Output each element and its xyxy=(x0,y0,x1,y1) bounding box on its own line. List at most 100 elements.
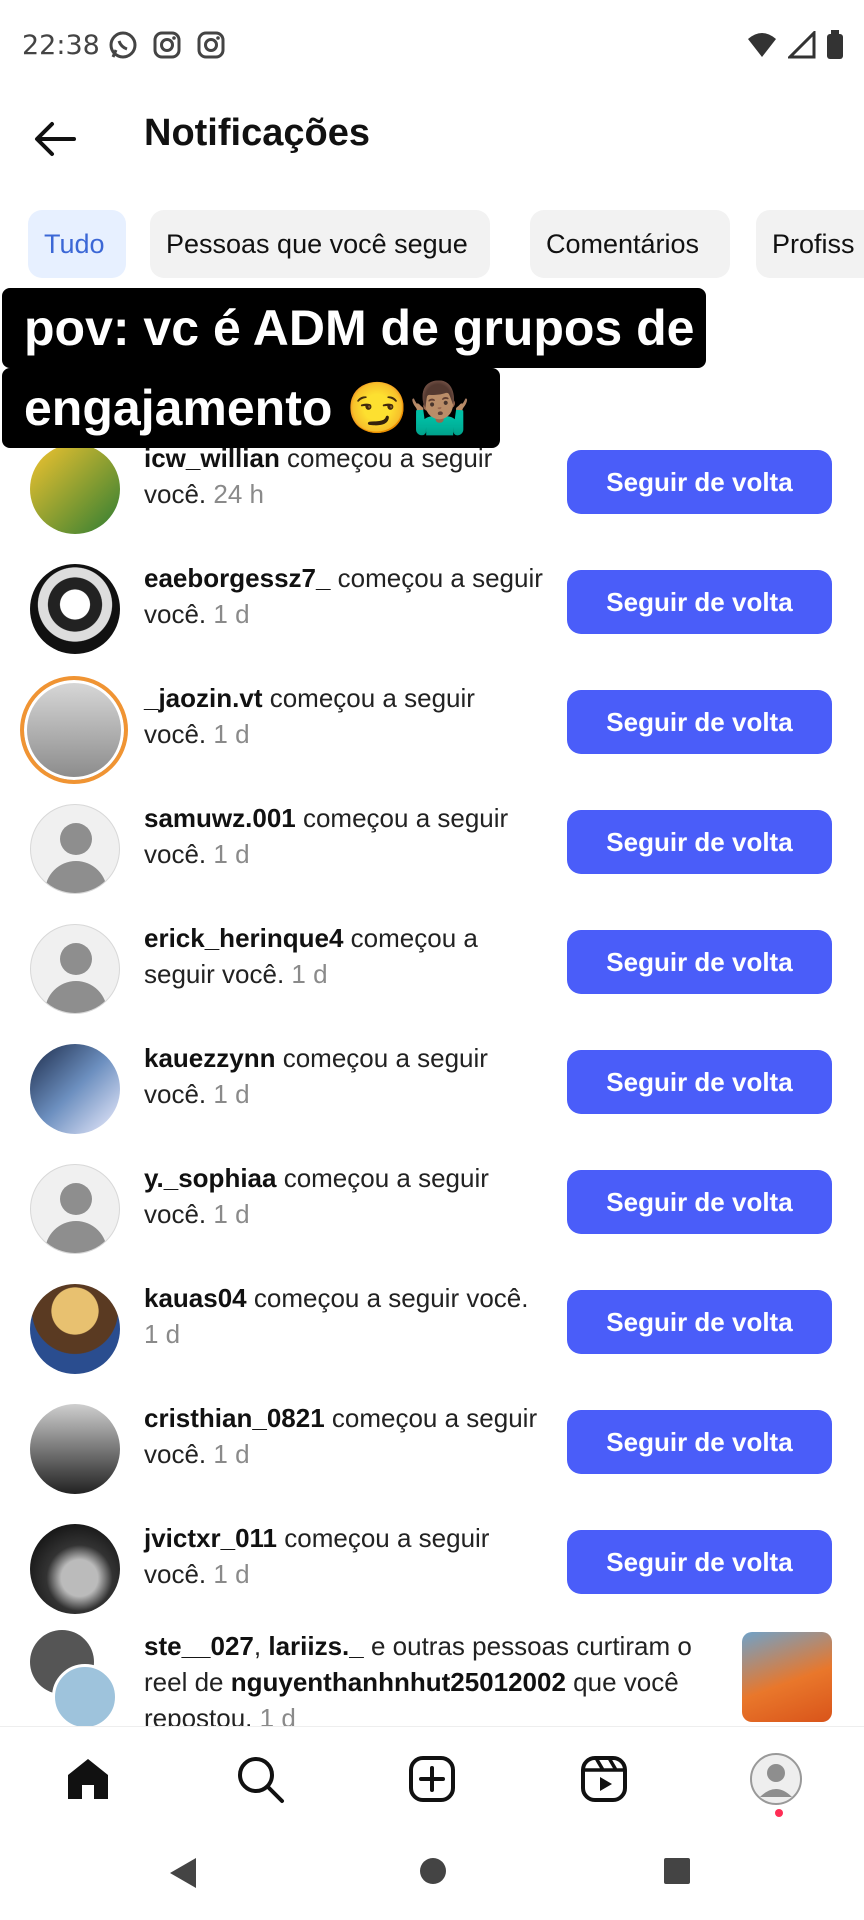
battery-icon xyxy=(827,30,843,59)
follow-back-button[interactable]: Seguir de volta xyxy=(567,930,832,994)
back-button[interactable] xyxy=(30,114,80,164)
avatar[interactable] xyxy=(30,1404,120,1494)
notification-text: _jaozin.vt começou a seguir você. 1 d xyxy=(144,683,475,749)
notification-text: samuwz.001 começou a seguir você. 1 d xyxy=(144,803,509,869)
username[interactable]: kauezzynn xyxy=(144,1043,276,1073)
username[interactable]: nguyenthanhnhut25012002 xyxy=(231,1667,566,1697)
follow-back-button[interactable]: Seguir de volta xyxy=(567,810,832,874)
notification-text: ste__027, lariizs._ e outras pessoas cur… xyxy=(144,1631,692,1733)
follow-back-button[interactable]: Seguir de volta xyxy=(567,1050,832,1114)
nav-search[interactable] xyxy=(232,1751,288,1807)
timestamp: 1 d xyxy=(206,1559,250,1589)
back-nav-button[interactable] xyxy=(168,1856,198,1894)
tab-comentarios[interactable]: Comentários xyxy=(530,210,730,278)
signal-icon xyxy=(788,31,816,59)
avatar[interactable] xyxy=(30,804,120,894)
instagram-icon xyxy=(152,30,182,60)
avatar[interactable] xyxy=(30,924,120,1014)
notification-text: kauas04 começou a seguir você. 1 d xyxy=(144,1283,529,1349)
home-icon xyxy=(68,1759,108,1799)
username[interactable]: _jaozin.vt xyxy=(144,683,262,713)
nav-profile[interactable] xyxy=(748,1751,804,1807)
username[interactable]: lariizs._ xyxy=(268,1631,363,1661)
notification-row[interactable]: kauezzynn começou a seguir você. 1 d Seg… xyxy=(0,1030,864,1150)
notification-row[interactable]: jvictxr_011 começou a seguir você. 1 d S… xyxy=(0,1510,864,1630)
username[interactable]: ste__027 xyxy=(144,1631,254,1661)
triangle-back-icon xyxy=(170,1858,196,1888)
tab-pessoas-que-voce-segue[interactable]: Pessoas que você segue xyxy=(150,210,490,278)
wifi-icon xyxy=(748,33,776,57)
recents-nav-button[interactable] xyxy=(662,1856,692,1890)
notification-text: cristhian_0821 começou a seguir você. 1 … xyxy=(144,1403,538,1469)
username[interactable]: kauas04 xyxy=(144,1283,247,1313)
avatar[interactable] xyxy=(30,1044,120,1134)
follow-back-button[interactable]: Seguir de volta xyxy=(567,690,832,754)
avatar[interactable] xyxy=(30,564,120,654)
system-icons xyxy=(746,30,844,60)
notification-text: eaeborgessz7_ começou a seguir você. 1 d xyxy=(144,563,543,629)
username[interactable]: erick_herinque4 xyxy=(144,923,343,953)
notification-row[interactable]: icw_willian começou a seguir você. 24 h … xyxy=(0,430,864,550)
page-title: Notificações xyxy=(144,112,370,154)
notification-row[interactable]: cristhian_0821 começou a seguir você. 1 … xyxy=(0,1390,864,1510)
notification-row[interactable]: samuwz.001 começou a seguir você. 1 d Se… xyxy=(0,790,864,910)
follow-back-button[interactable]: Seguir de volta xyxy=(567,570,832,634)
nav-home[interactable] xyxy=(60,1751,116,1807)
username[interactable]: y._sophiaa xyxy=(144,1163,276,1193)
square-recents-icon xyxy=(664,1858,690,1884)
notification-text: jvictxr_011 começou a seguir você. 1 d xyxy=(144,1523,490,1589)
follow-back-button[interactable]: Seguir de volta xyxy=(567,1530,832,1594)
notification-row[interactable]: _jaozin.vt começou a seguir você. 1 d Se… xyxy=(0,670,864,790)
home-nav-button[interactable] xyxy=(418,1856,448,1890)
filter-tabs: Tudo Pessoas que você segue Comentários … xyxy=(0,210,864,282)
notification-row[interactable]: eaeborgessz7_ começou a seguir você. 1 d… xyxy=(0,550,864,670)
username[interactable]: samuwz.001 xyxy=(144,803,296,833)
notification-text: kauezzynn começou a seguir você. 1 d xyxy=(144,1043,488,1109)
notification-dot xyxy=(775,1809,783,1817)
avatar[interactable] xyxy=(30,1164,120,1254)
nav-create[interactable] xyxy=(404,1751,460,1807)
avatar[interactable] xyxy=(30,1524,120,1614)
notification-row[interactable]: y._sophiaa começou a seguir você. 1 d Se… xyxy=(0,1150,864,1270)
username[interactable]: eaeborgessz7_ xyxy=(144,563,330,593)
notification-row[interactable]: kauas04 começou a seguir você. 1 d Segui… xyxy=(0,1270,864,1390)
follow-back-button[interactable]: Seguir de volta xyxy=(567,1170,832,1234)
system-nav-bar xyxy=(0,1830,864,1920)
reel-thumbnail[interactable] xyxy=(742,1632,832,1722)
tab-tudo[interactable]: Tudo xyxy=(28,210,126,278)
timestamp: 1 d xyxy=(284,959,328,989)
create-icon xyxy=(409,1756,455,1802)
timestamp: 1 d xyxy=(206,839,250,869)
avatar[interactable] xyxy=(20,676,128,784)
avatar[interactable] xyxy=(30,444,120,534)
avatar-stack[interactable] xyxy=(30,1630,126,1730)
notification-text: erick_herinque4 começou a seguir você. 1… xyxy=(144,923,478,989)
nav-reels[interactable] xyxy=(576,1751,632,1807)
status-time: 22:38 xyxy=(22,30,100,61)
follow-back-button[interactable]: Seguir de volta xyxy=(567,450,832,514)
tab-profissionais[interactable]: Profiss xyxy=(756,210,864,278)
notification-row[interactable]: ste__027, lariizs._ e outras pessoas cur… xyxy=(0,1628,864,1734)
notification-text: icw_willian começou a seguir você. 24 h xyxy=(144,443,493,509)
timestamp: 1 d xyxy=(206,1439,250,1469)
timestamp: 1 d xyxy=(206,1199,250,1229)
follow-back-button[interactable]: Seguir de volta xyxy=(567,1290,832,1354)
follow-back-button[interactable]: Seguir de volta xyxy=(567,1410,832,1474)
timestamp: 1 d xyxy=(206,599,250,629)
whatsapp-icon xyxy=(108,30,138,60)
caption-line-1: pov: vc é ADM de grupos de xyxy=(2,288,706,368)
caption-line-2: engajamento 😏🤷🏽‍♂️ xyxy=(2,368,500,448)
notification-row[interactable]: erick_herinque4 começou a seguir você. 1… xyxy=(0,910,864,1030)
profile-icon xyxy=(750,1753,802,1805)
bottom-nav xyxy=(0,1726,864,1830)
username[interactable]: cristhian_0821 xyxy=(144,1403,325,1433)
notification-text: y._sophiaa começou a seguir você. 1 d xyxy=(144,1163,489,1229)
avatar xyxy=(52,1664,118,1730)
timestamp: 24 h xyxy=(206,479,264,509)
timestamp: 1 d xyxy=(206,719,250,749)
instagram-icon xyxy=(196,30,226,60)
username[interactable]: jvictxr_011 xyxy=(144,1523,277,1553)
avatar[interactable] xyxy=(30,1284,120,1374)
timestamp: 1 d xyxy=(206,1079,250,1109)
search-icon xyxy=(238,1757,284,1803)
